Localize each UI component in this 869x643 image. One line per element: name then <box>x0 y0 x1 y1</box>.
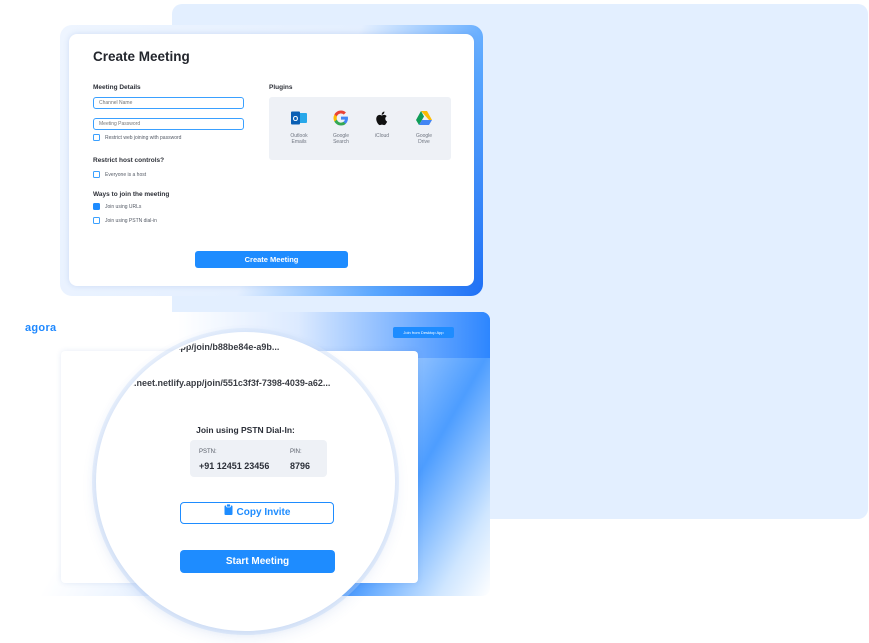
create-meeting-card: Create Meeting Meeting Details Restrict … <box>69 34 474 286</box>
pin-value: 8796 <box>290 461 311 471</box>
magnifier-lens: ...y.app/join/b88be84e-a9b... ...neet.ne… <box>98 334 393 629</box>
join-pstn-label: Join using PSTN dial-in <box>105 217 157 224</box>
svg-text:O: O <box>293 116 299 123</box>
pin-label: PIN: <box>290 449 302 455</box>
join-urls-checkbox[interactable] <box>93 203 100 210</box>
restrict-web-checkbox[interactable] <box>93 134 100 141</box>
create-meeting-button[interactable]: Create Meeting <box>195 251 348 268</box>
plugin-google-drive-line2: Drive <box>418 139 430 145</box>
pstn-number: +91 12451 23456 <box>199 461 270 471</box>
google-icon <box>332 109 350 127</box>
google-drive-icon <box>415 109 433 127</box>
plugin-outlook[interactable]: O Outlook Emails <box>284 109 314 145</box>
everyone-host-checkbox[interactable] <box>93 171 100 178</box>
outlook-icon: O <box>290 109 308 127</box>
apple-icon <box>373 109 391 127</box>
join-urls-label: Join using URLs <box>105 203 142 210</box>
plugins-panel: O Outlook Emails Google Search iCloud Go… <box>269 97 451 160</box>
pstn-title: Join using PSTN Dial-In: <box>196 425 295 435</box>
meeting-password-input[interactable] <box>93 118 244 130</box>
pstn-info-box: PSTN: +91 12451 23456 PIN: 8796 <box>190 440 327 477</box>
plugin-google-search[interactable]: Google Search <box>326 109 356 145</box>
plugin-icloud-line1: iCloud <box>374 133 390 139</box>
meeting-details-label: Meeting Details <box>93 84 141 91</box>
create-meeting-title: Create Meeting <box>93 49 190 64</box>
restrict-web-label: Restrict web joining with password <box>105 134 182 141</box>
restrict-web-option[interactable]: Restrict web joining with password <box>93 134 181 141</box>
copy-invite-button[interactable]: Copy Invite <box>180 502 334 524</box>
plugin-google-drive[interactable]: Google Drive <box>409 109 439 145</box>
agora-logo: agora <box>25 322 57 334</box>
restrict-host-label: Restrict host controls? <box>93 157 165 164</box>
meeting-url-attendee[interactable]: ...neet.netlify.app/join/551c3f3f-7398-4… <box>129 378 330 388</box>
ways-to-join-label: Ways to join the meeting <box>93 191 170 198</box>
plugin-outlook-line2: Emails <box>291 139 307 145</box>
join-pstn-checkbox[interactable] <box>93 217 100 224</box>
join-desktop-app-button[interactable]: Join from Desktop App <box>393 327 454 338</box>
start-meeting-button[interactable]: Start Meeting <box>180 550 335 573</box>
everyone-host-option[interactable]: Everyone is a host <box>93 171 146 178</box>
plugin-icloud[interactable]: iCloud <box>367 109 397 139</box>
clipboard-icon <box>224 503 233 522</box>
copy-invite-label: Copy Invite <box>236 507 291 519</box>
plugin-google-search-line2: Search <box>333 139 349 145</box>
meeting-url-host[interactable]: ...y.app/join/b88be84e-a9b... <box>161 342 279 352</box>
join-urls-option[interactable]: Join using URLs <box>93 203 141 210</box>
join-pstn-option[interactable]: Join using PSTN dial-in <box>93 217 157 224</box>
everyone-host-label: Everyone is a host <box>105 171 147 178</box>
channel-name-input[interactable] <box>93 97 244 109</box>
plugins-label: Plugins <box>269 84 293 91</box>
pstn-label: PSTN: <box>199 449 217 455</box>
